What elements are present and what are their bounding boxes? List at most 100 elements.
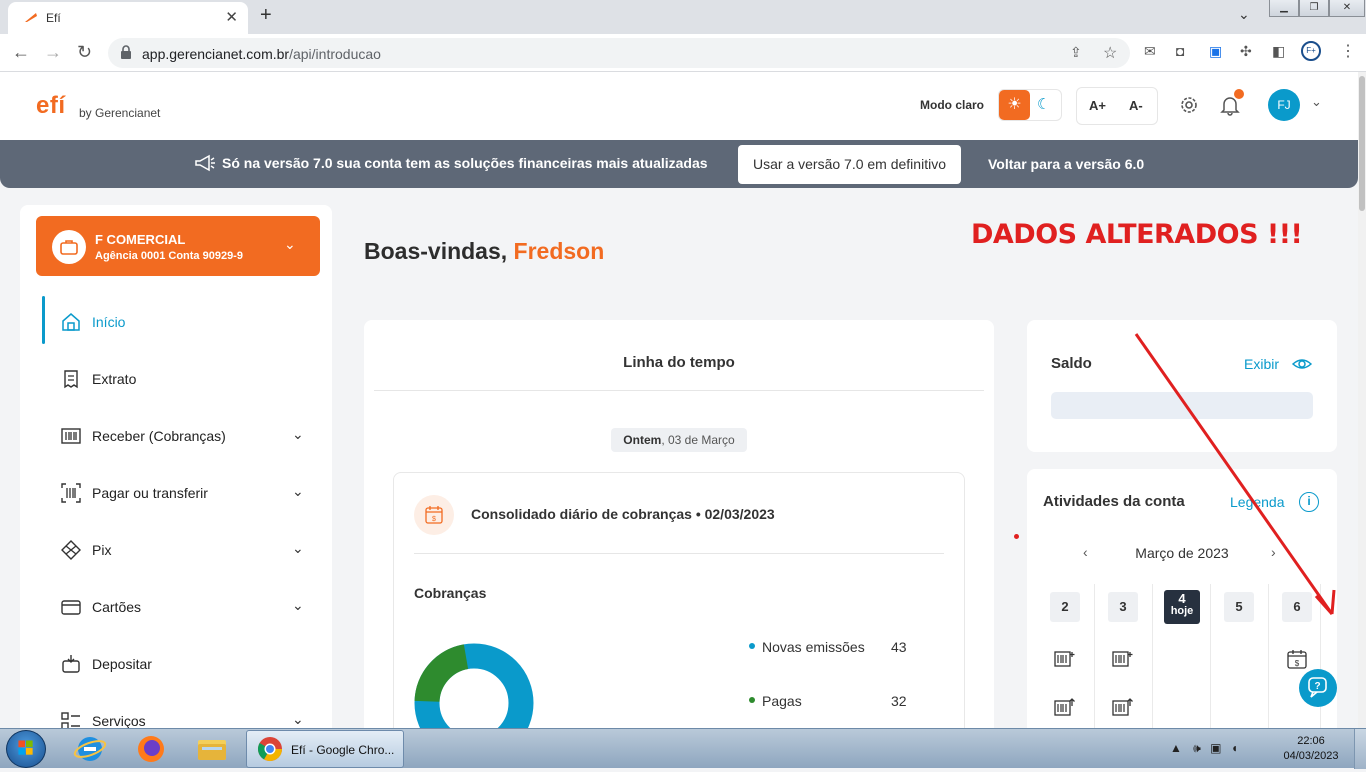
- column-divider: [1094, 584, 1095, 728]
- chevron-down-icon[interactable]: ⌄: [284, 236, 296, 253]
- reload-icon[interactable]: ↻: [77, 42, 92, 63]
- legend-value: 43: [891, 639, 907, 655]
- font-decrease-button[interactable]: A-: [1129, 98, 1143, 113]
- home-icon: [62, 313, 80, 331]
- network-icon[interactable]: ▣: [1210, 741, 1221, 755]
- sidebar-item-servicos[interactable]: Serviços ⌄: [42, 700, 332, 728]
- show-desktop-button[interactable]: [1354, 729, 1366, 769]
- legend-dot: [749, 643, 755, 650]
- bookmark-star-icon[interactable]: ☆: [1103, 43, 1117, 63]
- firefox-icon[interactable]: [125, 731, 177, 767]
- sidebar-item-inicio[interactable]: Início: [42, 301, 332, 341]
- moon-icon[interactable]: ☾: [1037, 95, 1050, 113]
- volume-icon[interactable]: 🕪: [1193, 741, 1201, 755]
- notification-badge: [1234, 89, 1244, 99]
- url-text: app.gerencianet.com.br/api/introducao: [142, 46, 381, 62]
- pix-icon: [61, 540, 81, 560]
- clock-time: 22:06: [1297, 735, 1325, 747]
- font-increase-button[interactable]: A+: [1089, 98, 1106, 113]
- new-tab-button[interactable]: +: [260, 4, 272, 27]
- minimize-window-button[interactable]: ▁: [1269, 0, 1299, 17]
- sun-icon[interactable]: ☀: [999, 90, 1030, 120]
- account-name: F COMERCIAL: [95, 232, 186, 247]
- legend-label: Pagas: [762, 693, 802, 709]
- sidebar-item-label: Receber (Cobranças): [92, 428, 226, 444]
- url-path: /api/introducao: [289, 46, 381, 62]
- barcode-add-icon[interactable]: [1054, 649, 1076, 669]
- chevron-down-icon: ⌄: [292, 597, 304, 613]
- taskbar-clock[interactable]: 22:06 04/03/2023: [1276, 734, 1346, 764]
- chevron-down-icon: ⌄: [292, 426, 304, 442]
- sidebar-item-label: Serviços: [92, 713, 146, 728]
- extensions-puzzle-icon[interactable]: ✣: [1240, 43, 1252, 60]
- profile-icon[interactable]: F+: [1301, 41, 1321, 61]
- close-window-button[interactable]: ✕: [1329, 0, 1365, 17]
- file-explorer-icon[interactable]: [186, 731, 238, 767]
- address-bar[interactable]: app.gerencianet.com.br/api/introducao ⇪ …: [108, 38, 1130, 68]
- red-arrow-annotation: [1134, 333, 1336, 615]
- speaker-icon[interactable]: ◖: [1231, 741, 1238, 755]
- internet-explorer-icon[interactable]: [64, 731, 116, 767]
- tab-search-chevron-icon[interactable]: ⌄: [1238, 6, 1250, 23]
- windows-start-icon[interactable]: [6, 730, 46, 768]
- sidebar-item-extrato[interactable]: Extrato: [42, 358, 332, 398]
- logo-subtitle: by Gerencianet: [79, 106, 161, 120]
- calendar-money-icon[interactable]: $: [1286, 649, 1308, 669]
- tab-close-icon[interactable]: ✕: [225, 8, 238, 26]
- receipt-icon: [64, 370, 78, 389]
- annotation-dot: [1014, 534, 1019, 539]
- avatar[interactable]: FJ: [1268, 89, 1300, 121]
- page-scrollbar[interactable]: [1358, 72, 1366, 728]
- mail-extension-icon[interactable]: ✉: [1144, 43, 1156, 60]
- legend-item: Pagas: [749, 693, 802, 709]
- banner-text: Só na versão 7.0 sua conta tem as soluçõ…: [222, 155, 708, 171]
- sidebar-item-label: Início: [92, 314, 126, 330]
- balance-title: Saldo: [1051, 355, 1092, 372]
- svg-text:$: $: [1295, 659, 1300, 668]
- chrome-icon: [257, 737, 282, 762]
- account-details: Agência 0001 Conta 90929-9: [95, 250, 243, 262]
- efi-logo[interactable]: efí: [36, 92, 66, 120]
- sidebar-item-cartoes[interactable]: Cartões ⌄: [42, 586, 332, 626]
- tray-expand-icon[interactable]: ▲: [1170, 741, 1182, 755]
- timeline-title: Linha do tempo: [623, 354, 735, 371]
- barcode-upload-icon[interactable]: [1112, 697, 1134, 717]
- chevron-down-icon: ⌄: [292, 711, 304, 727]
- back-icon[interactable]: ←: [12, 42, 30, 63]
- side-panel-icon[interactable]: ◧: [1272, 43, 1285, 60]
- help-chat-button[interactable]: ?: [1299, 669, 1337, 707]
- browser-tab[interactable]: Efí ✕: [8, 2, 248, 34]
- gear-icon[interactable]: [1178, 94, 1200, 116]
- theme-toggle[interactable]: ☀ ☾: [998, 89, 1062, 121]
- calendar-day[interactable]: 2: [1050, 592, 1080, 622]
- chevron-down-icon[interactable]: ⌄: [1311, 94, 1322, 110]
- deposit-icon: [62, 655, 80, 673]
- barcode-add-icon[interactable]: [1112, 649, 1134, 669]
- forward-icon[interactable]: →: [44, 42, 62, 63]
- share-icon[interactable]: ⇪: [1070, 44, 1082, 61]
- account-selector[interactable]: F COMERCIAL Agência 0001 Conta 90929-9 ⌄: [36, 216, 320, 276]
- chevron-down-icon: ⌄: [292, 483, 304, 499]
- restore-window-button[interactable]: ❐: [1299, 0, 1329, 17]
- sidebar-item-label: Pagar ou transferir: [92, 485, 208, 501]
- barcode-upload-icon[interactable]: [1054, 697, 1076, 717]
- camera-extension-icon[interactable]: ◘: [1176, 43, 1184, 59]
- daily-summary-card[interactable]: $ Consolidado diário de cobranças • 02/0…: [393, 472, 965, 728]
- use-version-7-button[interactable]: Usar a versão 7.0 em definitivo: [738, 145, 961, 184]
- back-to-version-6-link[interactable]: Voltar para a versão 6.0: [988, 156, 1144, 172]
- sidebar-item-depositar[interactable]: Depositar: [42, 643, 332, 683]
- sidebar-item-pix[interactable]: Pix ⌄: [42, 529, 332, 569]
- scan-barcode-icon: [61, 483, 81, 503]
- scrollbar-thumb[interactable]: [1359, 76, 1365, 211]
- chrome-taskbar-button[interactable]: Efí - Google Chro...: [246, 730, 404, 768]
- translate-extension-icon[interactable]: ▣: [1209, 43, 1222, 60]
- calendar-money-icon: $: [414, 495, 454, 535]
- legend-value: 32: [891, 693, 907, 709]
- sidebar-item-label: Pix: [92, 542, 112, 558]
- legend-label: Novas emissões: [762, 639, 865, 655]
- browser-menu-icon[interactable]: ⋮: [1340, 41, 1356, 61]
- megaphone-icon: [195, 154, 215, 172]
- sidebar-item-receber[interactable]: Receber (Cobranças) ⌄: [42, 415, 332, 455]
- date-chip-date: , 03 de Março: [661, 433, 735, 447]
- sidebar-item-pagar[interactable]: Pagar ou transferir ⌄: [42, 472, 332, 512]
